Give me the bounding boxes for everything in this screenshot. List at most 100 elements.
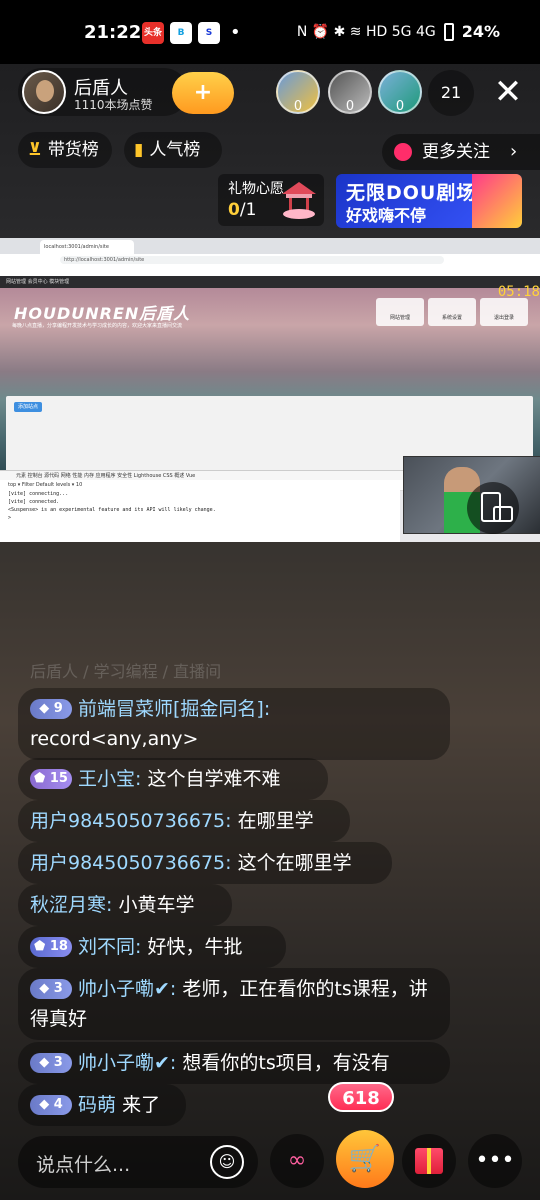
browser-tab-bar: localhost:3001/admin/site <box>0 238 540 254</box>
status-time: 21:22 <box>84 22 142 43</box>
promo-618-badge[interactable]: 618 <box>328 1082 394 1112</box>
url-field: http://localhost:3001/admin/site <box>60 256 444 264</box>
chat-username: 帅小子嘞✔: <box>78 1052 177 1074</box>
gift-button[interactable] <box>402 1134 456 1188</box>
chat-message[interactable]: 用户9845050736675: 这个在哪里学 <box>18 842 392 884</box>
console-line: > <box>8 515 12 521</box>
bilibili-app-icon: B <box>170 22 192 44</box>
host-avatar[interactable] <box>22 70 66 114</box>
chat-username: 秋涩月寒: <box>30 894 113 916</box>
host-likes: 1110本场点赞 <box>74 98 153 112</box>
gift-wish-progress: 0/1 <box>228 200 257 220</box>
live-stream-view[interactable]: localhost:3001/admin/site http://localho… <box>0 238 540 542</box>
link-button[interactable]: ∞ <box>270 1134 324 1188</box>
more-follow-label: 更多关注 <box>422 142 490 162</box>
follow-button[interactable]: + <box>172 72 234 114</box>
battery-level: 24% <box>461 22 500 41</box>
goods-ranking-button[interactable]: ⊻ 带货榜 <box>18 132 112 168</box>
comment-placeholder: 说点什么... <box>36 1154 131 1176</box>
faded-chat-line: 后盾人 / 学习编程 / 直播间 <box>30 662 222 681</box>
link-icon: ∞ <box>287 1148 307 1173</box>
browser-url-bar: http://localhost:3001/admin/site <box>0 254 540 266</box>
viewer-avatar-1[interactable]: 0 <box>276 70 320 114</box>
popular-ranking-button[interactable]: ▮ 人气榜 <box>124 132 222 168</box>
chat-message[interactable]: ⬟ 18 刘不同: 好快，牛批 <box>18 926 286 968</box>
chat-text: 想看你的ts项目，有没有 <box>182 1052 390 1074</box>
console-line: <Suspense> is an experimental feature an… <box>8 507 216 513</box>
more-button[interactable]: ••• <box>468 1134 522 1188</box>
chevron-right-icon: › <box>510 141 518 162</box>
chat-username: 前端冒菜师[掘金同名]: <box>78 698 271 720</box>
chat-username: 用户9845050736675: <box>30 810 232 832</box>
viewer-avatar-2[interactable]: 0 <box>328 70 372 114</box>
chat-message[interactable]: ◆ 3 帅小子嘞✔: 老师，正在看你的ts课程，讲得真好 <box>18 968 450 1040</box>
console-line: [vite] connected. <box>8 499 60 505</box>
viewer-count[interactable]: 21 <box>428 70 474 116</box>
gift-wish-card[interactable]: 礼物心愿 0/1 <box>218 174 324 226</box>
console-line: [vite] connecting... <box>8 491 69 497</box>
fan-level-badge: ◆ 3 <box>30 979 72 999</box>
browser-tab: localhost:3001/admin/site <box>40 240 134 254</box>
add-site-button: 添加站点 <box>14 402 42 412</box>
rotate-screen-button[interactable] <box>467 482 519 534</box>
site-logo: HOUDUNREN后盾人 <box>14 304 191 323</box>
chat-text: 这个在哪里学 <box>237 852 352 874</box>
devtools-console: [vite] connecting... [vite] connected. <… <box>0 490 400 542</box>
chat-username: 帅小子嘞✔: <box>78 978 177 1000</box>
banner-decoration <box>472 174 522 228</box>
fan-level-badge: ◆ 3 <box>30 1053 72 1073</box>
chat-text: 这个自学难不难 <box>147 768 281 790</box>
battery-icon <box>443 22 454 41</box>
pavilion-icon <box>282 182 316 219</box>
comment-input[interactable]: 说点什么... ☺ <box>18 1136 258 1188</box>
toutiao-app-icon: 头条 <box>142 22 164 44</box>
viewer-avatar-3[interactable]: 0 <box>378 70 422 114</box>
fan-level-badge: ⬟ 15 <box>30 769 72 789</box>
more-follow-button[interactable]: 更多关注 › <box>382 134 540 170</box>
site-manage-button: 网站管理 <box>376 298 424 326</box>
chat-message[interactable]: ◆ 3 帅小子嘞✔: 想看你的ts项目，有没有 <box>18 1042 450 1084</box>
system-icons: N ⏰ ✱ ≋ HD 5G 4G <box>296 23 436 40</box>
chat-text: record<any,any> <box>30 728 199 750</box>
fan-level-badge: ⬟ 18 <box>30 937 72 957</box>
more-icon: ••• <box>475 1148 515 1173</box>
viewer-badge: 0 <box>345 99 355 114</box>
chat-text: 来了 <box>122 1094 161 1116</box>
chat-username: 刘不同: <box>78 936 142 958</box>
banner-title: 无限DOU剧场 <box>346 182 477 204</box>
gift-icon <box>415 1148 443 1174</box>
chat-message[interactable]: ⬟ 15 王小宝: 这个自学难不难 <box>18 758 328 800</box>
close-button[interactable]: ✕ <box>490 72 526 112</box>
viewer-badge: 0 <box>395 99 405 114</box>
dot-icon: • <box>230 22 241 43</box>
chat-message[interactable]: ◆ 4 码萌 来了 <box>18 1084 186 1126</box>
popular-ranking-label: 人气榜 <box>149 140 201 160</box>
phone-landscape-icon <box>493 506 513 522</box>
chat-username: 码萌 <box>78 1094 117 1116</box>
shopping-cart-button[interactable]: 🛒 <box>336 1130 394 1188</box>
status-indicators: N ⏰ ✱ ≋ HD 5G 4G 24% <box>297 22 500 41</box>
cart-icon: ⊻ <box>28 140 42 160</box>
fan-level-badge: ◆ 9 <box>30 699 72 719</box>
viewer-badge: 0 <box>293 99 303 114</box>
fan-level-badge: ◆ 4 <box>30 1095 72 1115</box>
host-card[interactable]: 后盾人 1110本场点赞 <box>18 68 188 116</box>
status-bar: 21:22 头条 B S • N ⏰ ✱ ≋ HD 5G 4G 24% <box>0 0 540 64</box>
site-app-bar: 网站管理 会员中心 模块管理 <box>0 276 540 288</box>
shopping-cart-icon: 🛒 <box>348 1144 382 1174</box>
banner-subtitle: 好戏嗨不停 <box>346 206 427 225</box>
chat-text: 好快，牛批 <box>147 936 243 958</box>
drama-theater-banner[interactable]: 无限DOU剧场 好戏嗨不停 <box>336 174 522 228</box>
chat-text: 在哪里学 <box>237 810 314 832</box>
emoji-icon[interactable]: ☺ <box>210 1145 244 1179</box>
chat-message[interactable]: 用户9845050736675: 在哪里学 <box>18 800 350 842</box>
logout-button: 退出登录 <box>480 298 528 326</box>
chat-text: 小黄车学 <box>118 894 195 916</box>
chat-username: 王小宝: <box>78 768 142 790</box>
bar-chart-icon: ▮ <box>134 140 144 160</box>
gift-wish-title: 礼物心愿 <box>228 181 284 197</box>
chat-message[interactable]: 秋涩月寒: 小黄车学 <box>18 884 232 926</box>
stream-timer: 05:18 <box>497 284 540 300</box>
chat-message[interactable]: ◆ 9 前端冒菜师[掘金同名]: record<any,any> <box>18 688 450 760</box>
system-settings-button: 系统设置 <box>428 298 476 326</box>
